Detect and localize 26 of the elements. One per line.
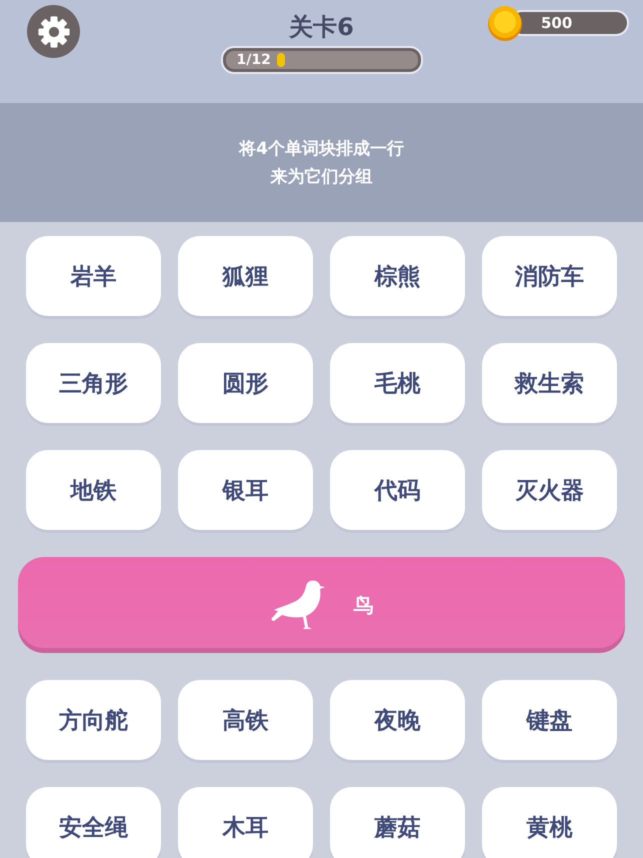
word-tile[interactable]: 狐狸 <box>178 236 313 316</box>
word-tile[interactable]: 木耳 <box>178 787 313 858</box>
word-tile[interactable]: 安全绳 <box>26 787 161 858</box>
word-tile[interactable]: 夜晚 <box>330 680 465 760</box>
word-tile[interactable]: 地铁 <box>26 450 161 530</box>
word-tile[interactable]: 蘑菇 <box>330 787 465 858</box>
word-tile[interactable]: 键盘 <box>482 680 617 760</box>
word-tile[interactable]: 高铁 <box>178 680 313 760</box>
settings-icon <box>36 14 70 48</box>
category-label: 鸟 <box>354 592 374 618</box>
instruction-text: 将4个单词块排成一行 <box>239 138 404 160</box>
word-tile[interactable]: 毛桃 <box>330 343 465 423</box>
word-tile[interactable]: 银耳 <box>178 450 313 530</box>
word-tile[interactable]: 灭火器 <box>482 450 617 530</box>
word-tile[interactable]: 救生索 <box>482 343 617 423</box>
word-tile[interactable]: 棕熊 <box>330 236 465 316</box>
word-tile[interactable]: 代码 <box>330 450 465 530</box>
word-tile[interactable]: 黄桃 <box>482 787 617 858</box>
word-tile[interactable]: 岩羊 <box>26 236 161 316</box>
word-tile[interactable]: 三角形 <box>26 343 161 423</box>
level-title: 关卡6 <box>289 12 354 42</box>
word-tile[interactable]: 方向舵 <box>26 680 161 760</box>
instruction-text: 来为它们分组 <box>270 166 372 188</box>
coin-icon <box>487 5 523 41</box>
word-tile[interactable]: 圆形 <box>178 343 313 423</box>
word-tile[interactable]: 消防车 <box>482 236 617 316</box>
